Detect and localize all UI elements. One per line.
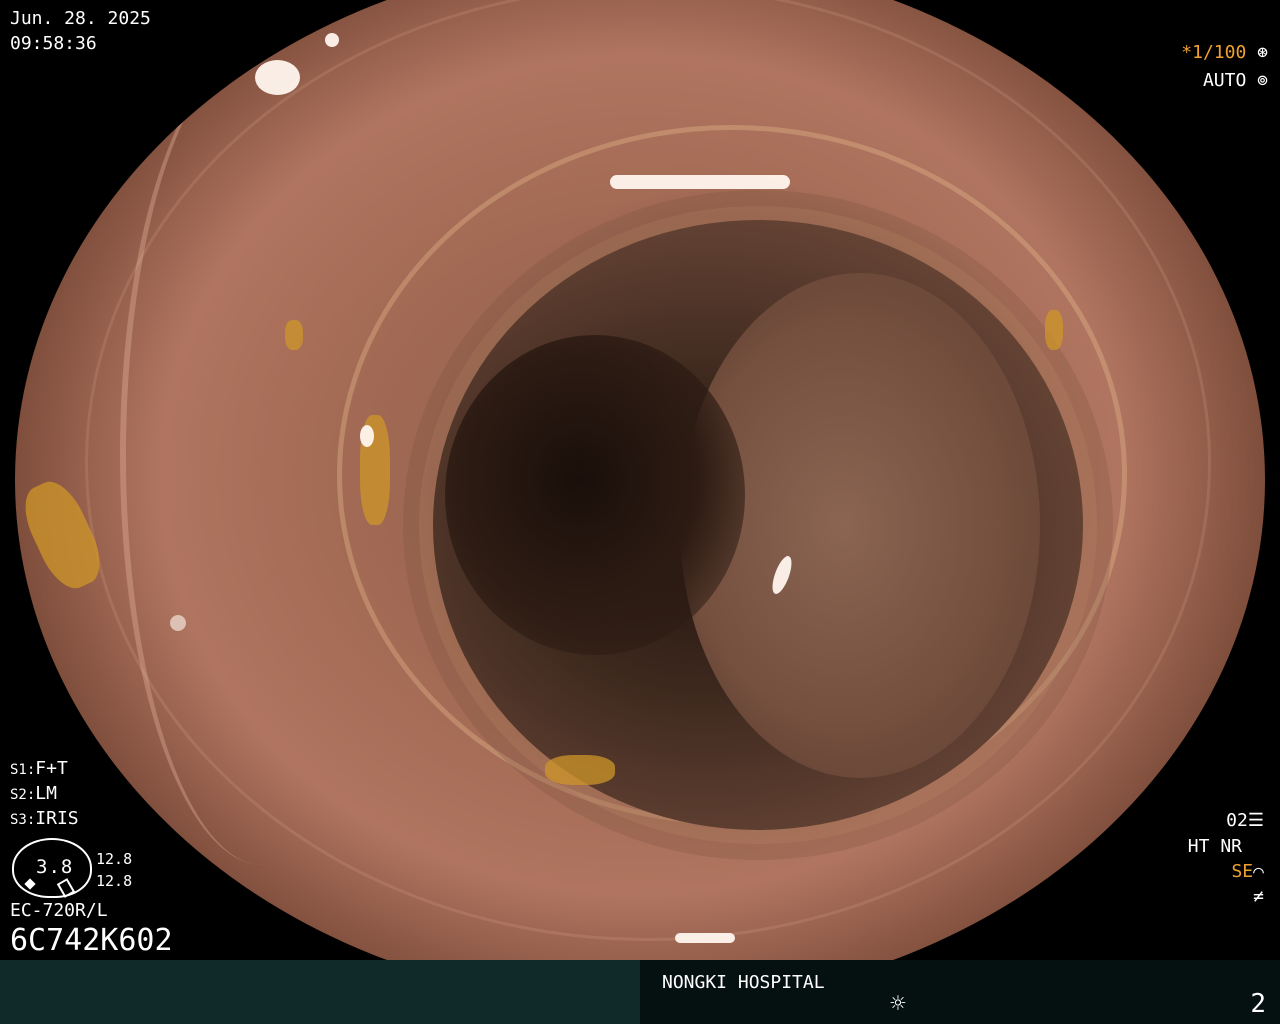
time-label: 09:58:36 xyxy=(10,33,97,54)
se-indicator: SE⌒ xyxy=(1231,861,1264,883)
setting-s2-key: S2: xyxy=(10,787,36,803)
ht-label: HT xyxy=(1187,836,1210,857)
gauge-reading-top: 12.8 xyxy=(96,850,133,868)
aperture-icon: ⊛ xyxy=(1257,42,1268,63)
setting-s3-value: IRIS xyxy=(35,808,79,829)
setting-s1: S1:F+T xyxy=(10,758,68,781)
gauge-marker-icon xyxy=(24,878,36,890)
specular-highlight xyxy=(170,615,186,631)
endoscopy-image xyxy=(15,0,1265,1005)
setting-s1-key: S1: xyxy=(10,762,36,778)
setting-s3-key: S3: xyxy=(10,812,36,828)
exposure-mode-label: AUTO xyxy=(1202,70,1247,91)
ht-nr-indicator: HT NR xyxy=(1188,836,1242,858)
date-label: Jun. 28. 2025 xyxy=(10,8,151,29)
sun-icon: ☼ xyxy=(890,989,906,1019)
settings-sliders-icon: ☰ xyxy=(1247,810,1264,831)
gauge-value: 3.8 xyxy=(36,856,74,878)
aperture-ring-icon: ⊚ xyxy=(1257,70,1268,91)
ramp-icon: ⌒ xyxy=(1253,861,1264,882)
setting-s3: S3:IRIS xyxy=(10,808,79,831)
footer-left-panel xyxy=(0,960,640,1024)
bile-stain xyxy=(285,320,303,350)
bile-stain xyxy=(1045,310,1063,350)
setting-s1-value: F+T xyxy=(35,758,68,779)
scope-model: EC-720R/L xyxy=(10,900,108,921)
mode-indicator: 02☰ xyxy=(1226,810,1264,832)
mode-label: 02 xyxy=(1226,810,1248,831)
gauge-reading-bottom: 12.8 xyxy=(96,872,133,890)
specular-highlight xyxy=(255,60,300,95)
page-number: 2 xyxy=(1250,989,1266,1019)
specular-highlight xyxy=(675,933,735,943)
se-label: SE xyxy=(1231,861,1254,882)
specular-highlight xyxy=(610,175,790,189)
nr-label: NR xyxy=(1220,836,1242,857)
exposure-readout: AUTO ⊚ xyxy=(1203,70,1268,92)
specular-highlight xyxy=(325,33,339,47)
lumen-depth xyxy=(445,335,745,655)
shutter-label: *1/100 xyxy=(1181,42,1247,63)
setting-s2-value: LM xyxy=(35,783,57,804)
bile-stain xyxy=(545,755,615,785)
scope-serial: 6C742K602 xyxy=(10,923,173,958)
not-equal-icon: ≠ xyxy=(1253,886,1264,907)
setting-s2: S2:LM xyxy=(10,783,57,806)
shutter-readout: *1/100 ⊛ xyxy=(1181,42,1268,64)
specular-highlight xyxy=(360,425,374,447)
insertion-gauge: 3.8 xyxy=(12,838,92,898)
gauge-tip-icon xyxy=(56,878,76,898)
hospital-name: NONGKI HOSPITAL xyxy=(662,972,825,993)
